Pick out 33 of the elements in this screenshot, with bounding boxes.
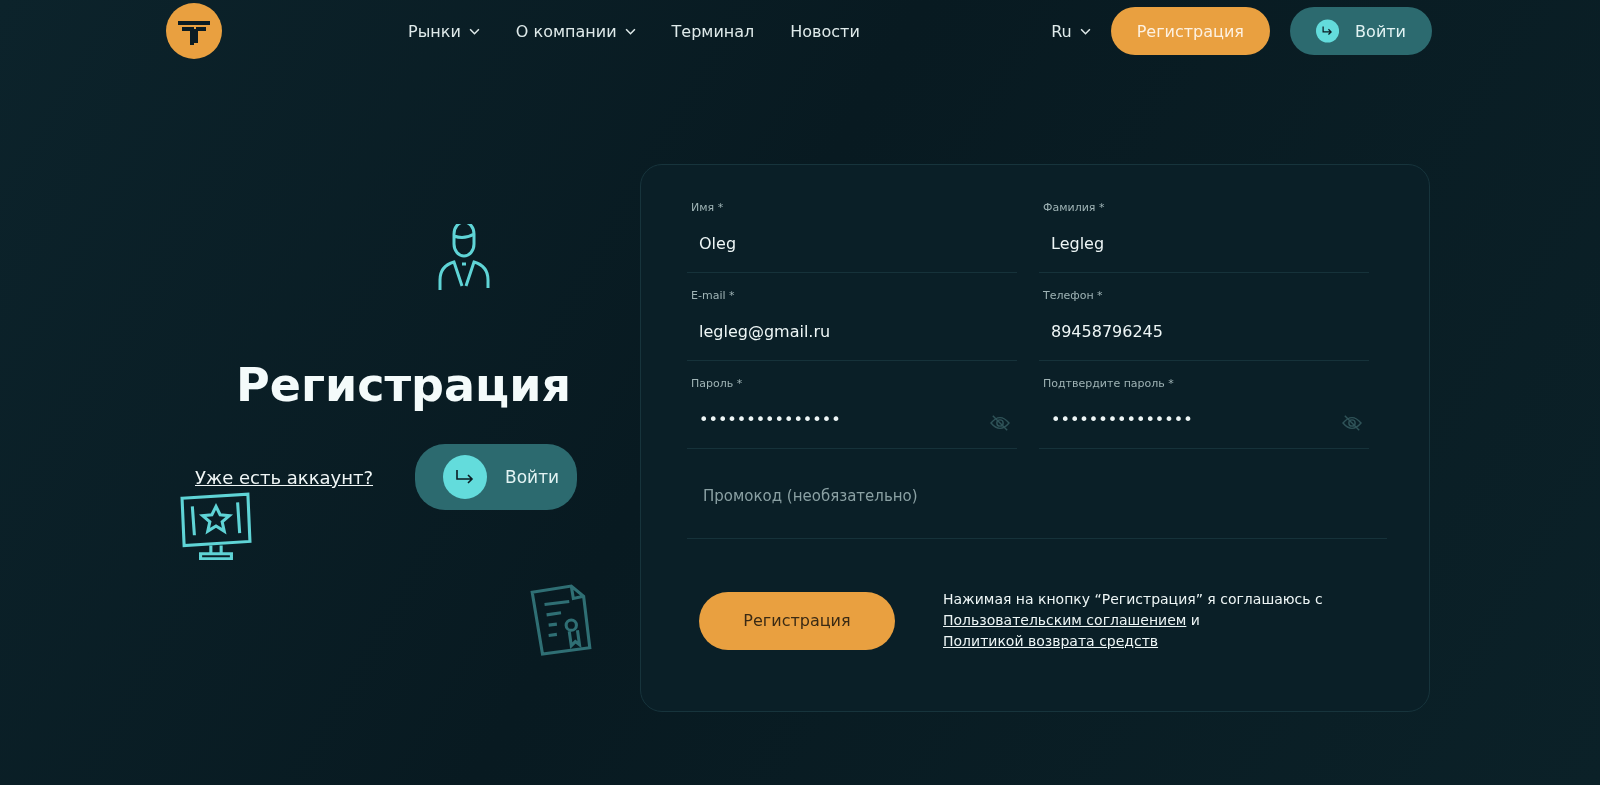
promo-code-field[interactable]: Промокод (необязательно): [687, 453, 1387, 539]
register-submit-button[interactable]: Регистрация: [699, 591, 895, 650]
page-title: Регистрация: [236, 358, 571, 412]
password-field[interactable]: •••••••••••••••: [1039, 409, 1341, 429]
monitor-star-icon: [180, 492, 252, 560]
field-label: Телефон *: [1042, 289, 1104, 302]
refund-policy-link[interactable]: Политикой возврата средств: [943, 633, 1159, 649]
input-field[interactable]: legleg@gmail.ru: [687, 321, 1017, 341]
eye-slash-icon[interactable]: [1341, 414, 1363, 432]
document-icon: [530, 584, 592, 656]
login-button[interactable]: Войти: [1290, 7, 1432, 55]
field-label: Подтвердите пароль *: [1042, 377, 1175, 390]
input-field[interactable]: Legleg: [1039, 233, 1369, 253]
nav-link[interactable]: Терминал: [671, 21, 755, 41]
nav-link[interactable]: Рынки: [408, 21, 480, 41]
field-label: E-mail *: [690, 289, 736, 302]
field-label: Имя *: [690, 201, 725, 214]
login-button[interactable]: Войти: [415, 444, 578, 510]
logo-icon[interactable]: [166, 3, 222, 59]
chevron-down-icon: [1079, 27, 1091, 35]
person-icon: [436, 224, 492, 292]
nav-link[interactable]: О компании: [515, 21, 636, 41]
input-field[interactable]: Oleg: [687, 233, 1017, 253]
user-agreement-link[interactable]: Пользовательским соглашением: [943, 612, 1187, 628]
eye-slash-icon[interactable]: [989, 414, 1011, 432]
field-label: Фамилия *: [1042, 201, 1106, 214]
input-field[interactable]: 89458796245: [1039, 321, 1369, 341]
nav-link[interactable]: Новости: [790, 21, 860, 41]
account-link[interactable]: Уже есть аккаунт?: [195, 466, 374, 488]
password-field[interactable]: •••••••••••••••: [687, 409, 989, 429]
language-selector[interactable]: Ru: [1051, 21, 1091, 41]
field-label: Пароль *: [690, 377, 744, 390]
agreement-text: Нажимая на кнопку “Регистрация” я соглашаюсь с Пользовательским соглашением и Политикой возврата средств: [943, 590, 1324, 651]
